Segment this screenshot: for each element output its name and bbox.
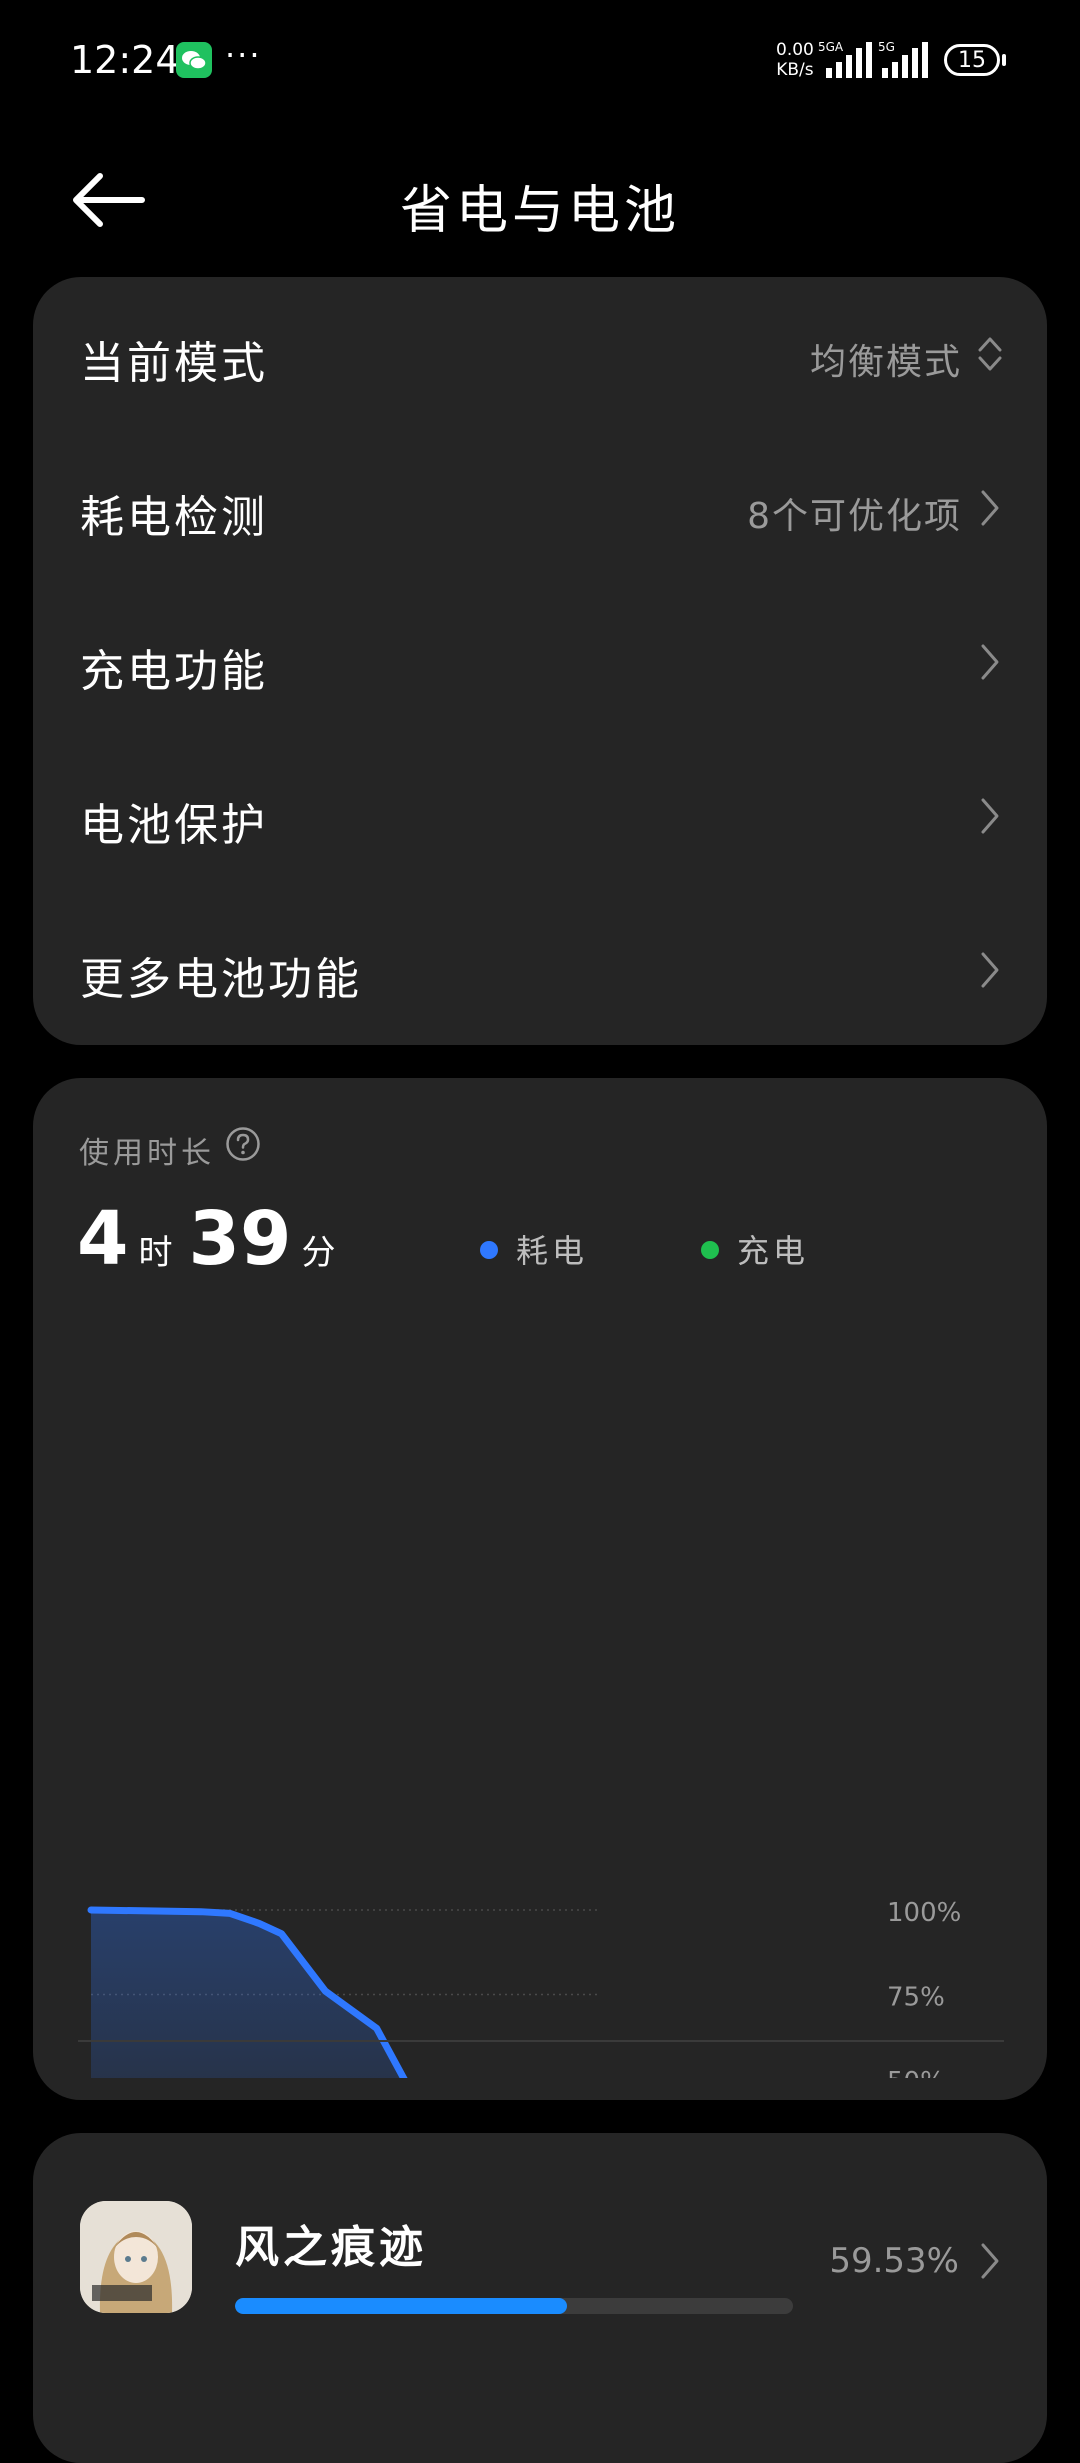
row-value: 均衡模式 [809,342,962,383]
battery-tip [1002,54,1006,66]
row-more-battery-features[interactable]: 更多电池功能 [33,893,1047,1047]
app-usage-bar-fill [235,2298,568,2314]
chevron-right-icon [981,2243,999,2279]
settings-card: 当前模式 均衡模式 耗电检测 8个可优化项 充电功能 电池保护 更多电池功能 [33,277,1047,1045]
card-divider [78,2040,1004,2042]
row-charging-features[interactable]: 充电功能 [33,585,1047,739]
status-bar: 12:24 ··· 0.00 KB/s 5GA 5G 15 [0,0,1080,120]
row-label: 当前模式 [80,338,268,389]
row-current-mode[interactable]: 当前模式 均衡模式 [33,277,1047,431]
sim2-signal-icon [882,42,928,78]
row-label: 更多电池功能 [80,954,362,1005]
chevron-right-icon [981,798,999,834]
battery-chart: 100%75%50%25%0%710现在 [87,1898,961,2078]
app-usage-bar [235,2298,793,2314]
chevron-up-down-icon [978,337,1002,371]
y-tick-label: 100% [887,1898,961,1928]
drain-area [91,1910,404,2078]
chevron-right-icon [981,490,999,526]
row-battery-protection[interactable]: 电池保护 [33,739,1047,893]
sim1-signal-icon [826,42,872,78]
net-speed-unit: KB/s [776,60,814,80]
chevron-right-icon [981,644,999,680]
row-label: 耗电检测 [80,492,268,543]
network-speed: 0.00 KB/s [776,40,814,80]
row-label: 电池保护 [80,800,268,851]
app-usage-card: 风之痕迹 59.53% [33,2133,1047,2463]
chevron-right-icon [981,952,999,988]
battery-level: 15 [958,47,986,73]
more-notifications-icon: ··· [225,36,262,74]
battery-icon: 15 [944,44,1000,76]
usage-card: 使用时长 4时39分 耗电 充电 100%75%50%25%0%710现在 [33,1078,1047,2100]
app-icon [80,2201,192,2313]
y-tick-label: 50% [887,2067,945,2078]
app-usage-row[interactable]: 风之痕迹 59.53% [33,2133,1047,2383]
page-title: 省电与电池 [399,181,680,241]
app-name: 风之痕迹 [235,2222,427,2273]
row-label: 充电功能 [80,646,268,697]
status-time: 12:24 [70,38,180,82]
header: 省电与电池 [0,150,1080,250]
row-power-detection[interactable]: 耗电检测 8个可优化项 [33,431,1047,585]
row-value: 8个可优化项 [747,496,962,537]
net-speed-value: 0.00 [776,40,814,60]
wechat-icon [176,42,212,78]
y-tick-label: 75% [887,1983,945,2013]
app-usage-percent: 59.53% [829,2241,959,2281]
